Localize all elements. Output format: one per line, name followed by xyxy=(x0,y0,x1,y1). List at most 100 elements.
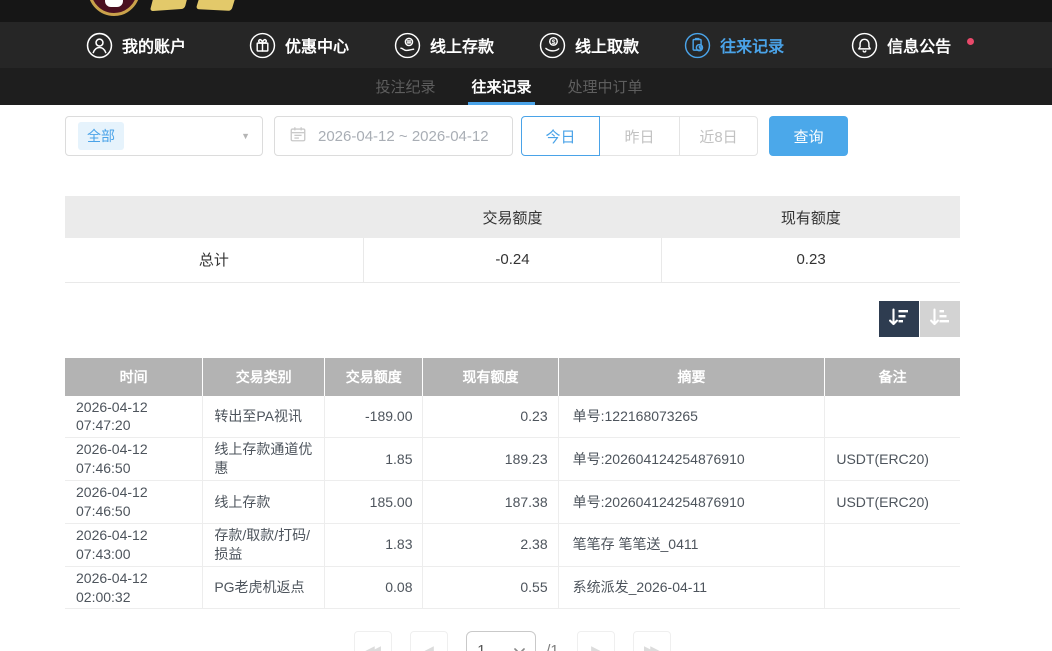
cell-transaction-amount: -189.00 xyxy=(325,396,423,438)
tab-label: 处理中订单 xyxy=(568,76,643,97)
table-row: 2026-04-12 07:43:00 存款/取款/打码/损益 1.83 2.3… xyxy=(65,523,960,566)
double-arrow-left-icon: ◀◀ xyxy=(366,643,378,651)
withdraw-icon: $ xyxy=(539,32,566,59)
nav-item-transaction-records[interactable]: 往来记录 xyxy=(684,32,784,59)
col-header-summary: 摘要 xyxy=(558,358,825,396)
table-row: 2026-04-12 07:46:50 线上存款通道优惠 1.85 189.23… xyxy=(65,438,960,481)
cell-summary: 单号:122168073265 xyxy=(558,396,825,438)
cell-remark xyxy=(825,566,960,609)
cell-type: 线上存款 xyxy=(203,481,325,524)
table-row: 2026-04-12 07:46:50 线上存款 185.00 187.38 单… xyxy=(65,481,960,524)
summary-header-transaction: 交易额度 xyxy=(363,196,661,238)
nav-item-online-deposit[interactable]: 线上存款 xyxy=(394,32,494,59)
tab-transaction-records[interactable]: 往来记录 xyxy=(471,68,531,105)
page-select[interactable]: 1 xyxy=(466,631,536,651)
cell-summary: 单号:202604124254876910 xyxy=(558,481,825,524)
selected-type-tag: 全部 xyxy=(78,122,124,150)
search-button[interactable]: 查询 xyxy=(769,116,848,156)
cell-time: 2026-04-12 07:46:50 xyxy=(65,438,203,481)
site-logo[interactable] xyxy=(88,0,140,16)
table-row: 2026-04-12 02:00:32 PG老虎机返点 0.08 0.55 系统… xyxy=(65,566,960,609)
col-header-type: 交易类别 xyxy=(203,358,325,396)
nav-label: 信息公告 xyxy=(887,33,951,57)
tab-processing-orders[interactable]: 处理中订单 xyxy=(568,68,643,105)
quick-date-group: 今日 昨日 近8日 xyxy=(521,116,758,156)
type-filter-dropdown[interactable]: 全部 ▼ xyxy=(65,116,263,156)
col-header-remark: 备注 xyxy=(825,358,960,396)
main-nav: 我的账户 优惠中心 线上存款 xyxy=(0,22,1052,68)
table-row: 2026-04-12 07:47:20 转出至PA视讯 -189.00 0.23… xyxy=(65,396,960,438)
sort-ascending-button[interactable] xyxy=(920,301,960,337)
cell-current-amount: 2.38 xyxy=(423,523,558,566)
tab-betting-records[interactable]: 投注纪录 xyxy=(375,68,435,105)
records-icon xyxy=(684,32,711,59)
cell-current-amount: 0.23 xyxy=(423,396,558,438)
sort-ascending-icon xyxy=(929,307,952,331)
summary-total-transaction: -0.24 xyxy=(363,238,661,282)
gift-icon xyxy=(249,32,276,59)
cell-transaction-amount: 0.08 xyxy=(325,566,423,609)
nav-item-my-account[interactable]: 我的账户 xyxy=(86,32,186,59)
yesterday-button[interactable]: 昨日 xyxy=(600,116,679,156)
sub-nav: 投注纪录 往来记录 处理中订单 xyxy=(0,68,1052,105)
calendar-icon xyxy=(289,125,307,147)
button-label: 昨日 xyxy=(624,126,654,147)
cell-time: 2026-04-12 02:00:32 xyxy=(65,566,203,609)
arrow-left-icon: ◀ xyxy=(425,643,431,651)
button-label: 今日 xyxy=(545,126,575,147)
button-label: 近8日 xyxy=(699,126,737,147)
svg-text:$: $ xyxy=(552,38,556,45)
last-page-button[interactable]: ▶▶ xyxy=(633,631,671,651)
cell-summary: 单号:202604124254876910 xyxy=(558,438,825,481)
col-header-time: 时间 xyxy=(65,358,203,396)
date-range-value: 2026-04-12 ~ 2026-04-12 xyxy=(318,128,489,145)
top-bar xyxy=(0,0,1052,22)
sort-descending-button[interactable] xyxy=(879,301,919,337)
nav-label: 我的账户 xyxy=(122,33,186,57)
cell-time: 2026-04-12 07:46:50 xyxy=(65,481,203,524)
button-label: 查询 xyxy=(793,126,823,147)
deposit-icon xyxy=(394,32,421,59)
cell-time: 2026-04-12 07:47:20 xyxy=(65,396,203,438)
screen: 我的账户 优惠中心 线上存款 xyxy=(0,0,1052,651)
double-arrow-right-icon: ▶▶ xyxy=(644,643,656,651)
nav-item-announcements[interactable]: 信息公告 xyxy=(851,32,960,59)
total-pages-label: /1 xyxy=(546,642,559,651)
filter-row: 全部 ▼ 2026-04-12 ~ 2026-04-12 xyxy=(65,116,960,156)
col-header-current-amount: 现有额度 xyxy=(423,358,558,396)
previous-page-button[interactable]: ◀ xyxy=(410,631,448,651)
cell-summary: 笔笔存 笔笔送_0411 xyxy=(558,523,825,566)
records-table: 时间 交易类别 交易额度 现有额度 摘要 备注 2026-04-12 07:47… xyxy=(65,358,960,610)
nav-item-promotions[interactable]: 优惠中心 xyxy=(249,32,349,59)
cell-current-amount: 0.55 xyxy=(423,566,558,609)
chevron-down-icon: ▼ xyxy=(241,131,250,141)
summary-table: 交易额度 现有额度 总计 -0.24 0.23 xyxy=(65,196,960,283)
summary-header-row: 交易额度 现有额度 xyxy=(65,196,960,238)
nav-item-online-withdrawal[interactable]: $ 线上取款 xyxy=(539,32,639,59)
cell-current-amount: 187.38 xyxy=(423,481,558,524)
sort-controls xyxy=(65,301,960,337)
cell-type: 线上存款通道优惠 xyxy=(203,438,325,481)
arrow-right-icon: ▶ xyxy=(591,643,597,651)
last-8-days-button[interactable]: 近8日 xyxy=(679,116,758,156)
summary-header-empty xyxy=(65,196,363,238)
cell-summary: 系统派发_2026-04-11 xyxy=(558,566,825,609)
today-button[interactable]: 今日 xyxy=(521,116,600,156)
logo-wordmark xyxy=(152,0,238,16)
cell-remark xyxy=(825,523,960,566)
summary-total-label: 总计 xyxy=(65,238,363,282)
sort-descending-icon xyxy=(888,307,911,331)
cell-transaction-amount: 1.83 xyxy=(325,523,423,566)
chevron-down-icon xyxy=(514,642,525,651)
cell-remark xyxy=(825,396,960,438)
first-page-button[interactable]: ◀◀ xyxy=(354,631,392,651)
date-range-input[interactable]: 2026-04-12 ~ 2026-04-12 xyxy=(274,116,513,156)
nav-label: 往来记录 xyxy=(720,33,784,57)
cell-remark: USDT(ERC20) xyxy=(825,481,960,524)
tab-label: 投注纪录 xyxy=(375,76,435,97)
nav-label: 优惠中心 xyxy=(285,33,349,57)
cell-time: 2026-04-12 07:43:00 xyxy=(65,523,203,566)
next-page-button[interactable]: ▶ xyxy=(577,631,615,651)
cell-type: PG老虎机返点 xyxy=(203,566,325,609)
tab-label: 往来记录 xyxy=(471,76,531,97)
